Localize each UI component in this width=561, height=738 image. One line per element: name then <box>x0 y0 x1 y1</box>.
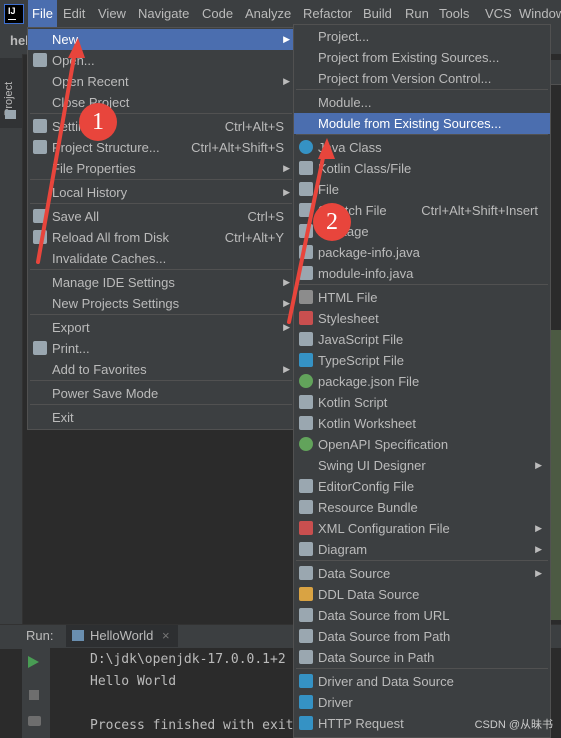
annotation-marker-2: 2 <box>313 203 351 241</box>
annotation-arrowhead-1 <box>68 38 85 58</box>
watermark: CSDN @从昧书 <box>474 719 553 731</box>
annotation-arrow-1 <box>36 44 78 264</box>
annotation-arrowhead-2 <box>318 138 335 159</box>
annotation-marker-1: 1 <box>79 103 117 141</box>
